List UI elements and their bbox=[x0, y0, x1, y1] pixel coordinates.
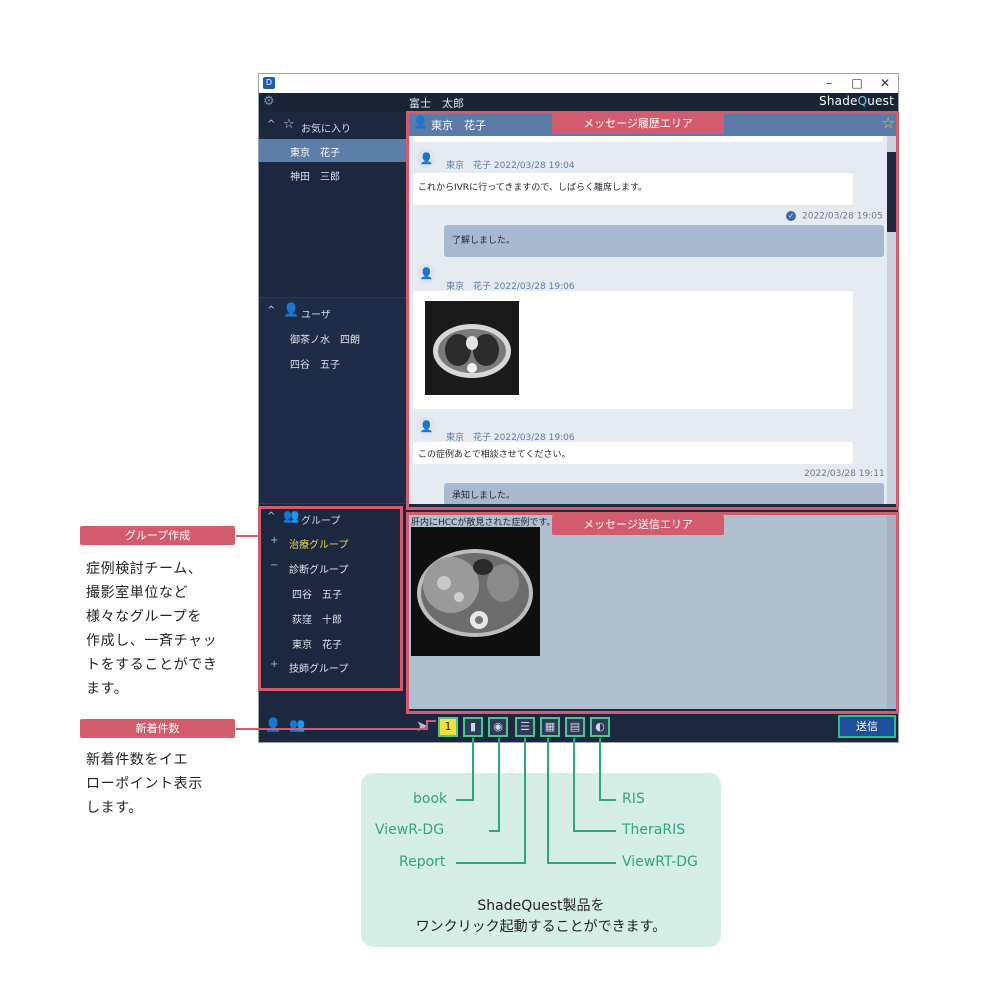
ris-icon[interactable]: ◐ bbox=[590, 717, 610, 737]
book-icon[interactable]: ▮ bbox=[463, 717, 483, 737]
history-area-tag: メッセージ履歴エリア bbox=[552, 114, 724, 134]
legend-label-viewr-dg: ViewR-DG bbox=[375, 822, 445, 838]
group-area-outline bbox=[258, 506, 403, 691]
theraris-icon[interactable]: ▤ bbox=[565, 717, 585, 737]
legend-label-theraris: TheraRIS bbox=[622, 822, 686, 838]
chevron-up-icon: ^ bbox=[267, 305, 276, 316]
callout-line bbox=[236, 535, 260, 537]
callout-line bbox=[426, 720, 436, 722]
history-area-outline bbox=[406, 111, 899, 510]
top-bar: ⚙ 富士 太郎 ShadeQuest bbox=[259, 93, 898, 112]
favorite-item[interactable]: 東京 花子 bbox=[259, 139, 409, 162]
group-callout-tag: グループ作成 bbox=[80, 526, 235, 545]
maximize-button[interactable]: □ bbox=[843, 74, 871, 93]
user-item[interactable]: 四谷 五子 bbox=[259, 351, 409, 374]
current-user-name: 富士 太郎 bbox=[409, 97, 464, 110]
title-bar: D – □ ✕ bbox=[259, 74, 898, 93]
send-area-tag: メッセージ送信エリア bbox=[552, 515, 724, 535]
add-user-icon[interactable]: 👤 bbox=[265, 718, 281, 733]
add-group-icon[interactable]: 👥 bbox=[289, 718, 305, 733]
person-icon: 👤 bbox=[283, 303, 300, 318]
users-section: ^ 👤 ユーザ 御茶ノ水 四朗 四谷 五子 bbox=[259, 297, 409, 504]
legend-label-viewrt-dg: ViewRT-DG bbox=[622, 854, 698, 870]
gear-icon[interactable]: ⚙ bbox=[263, 94, 275, 109]
app-icon: D bbox=[263, 77, 275, 89]
viewrt-dg-icon[interactable]: ▦ bbox=[540, 717, 560, 737]
favorites-header[interactable]: ^ ☆ お気に入り bbox=[259, 115, 409, 137]
report-icon[interactable]: ☰ bbox=[515, 717, 535, 737]
callout-line bbox=[236, 728, 426, 730]
send-button[interactable]: 送信 bbox=[838, 715, 896, 738]
legend-caption-line2: ワンクリック起動することができます。 bbox=[415, 919, 667, 935]
legend-caption-line1: ShadeQuest製品を bbox=[477, 898, 605, 914]
users-header[interactable]: ^ 👤 ユーザ bbox=[259, 301, 409, 323]
minimize-button[interactable]: – bbox=[815, 74, 843, 93]
favorite-item[interactable]: 神田 三郎 bbox=[259, 163, 409, 186]
unread-callout-tag: 新着件数 bbox=[80, 719, 235, 738]
favorites-section: ^ ☆ お気に入り 東京 花子 神田 三郎 bbox=[259, 112, 409, 297]
group-callout-text: 症例検討チーム、 撮影室単位など 様々なグループを 作成し、一斉チャッ トをする… bbox=[86, 561, 218, 697]
legend-label-report: Report bbox=[399, 854, 446, 870]
legend-label-ris: RIS bbox=[622, 791, 645, 807]
user-item[interactable]: 御茶ノ水 四朗 bbox=[259, 326, 409, 349]
unread-callout-text: 新着件数をイエ ローポイント表示 します。 bbox=[86, 752, 203, 816]
legend-label-book: book bbox=[413, 791, 448, 807]
viewr-dg-icon[interactable]: ◉ bbox=[488, 717, 508, 737]
star-outline-icon: ☆ bbox=[283, 117, 295, 132]
close-button[interactable]: ✕ bbox=[871, 74, 899, 93]
send-area-outline bbox=[406, 512, 899, 714]
chat-badge-icon[interactable]: 1 bbox=[438, 717, 458, 737]
brand-logo: ShadeQuest bbox=[819, 94, 894, 108]
chevron-up-icon: ^ bbox=[267, 119, 276, 130]
